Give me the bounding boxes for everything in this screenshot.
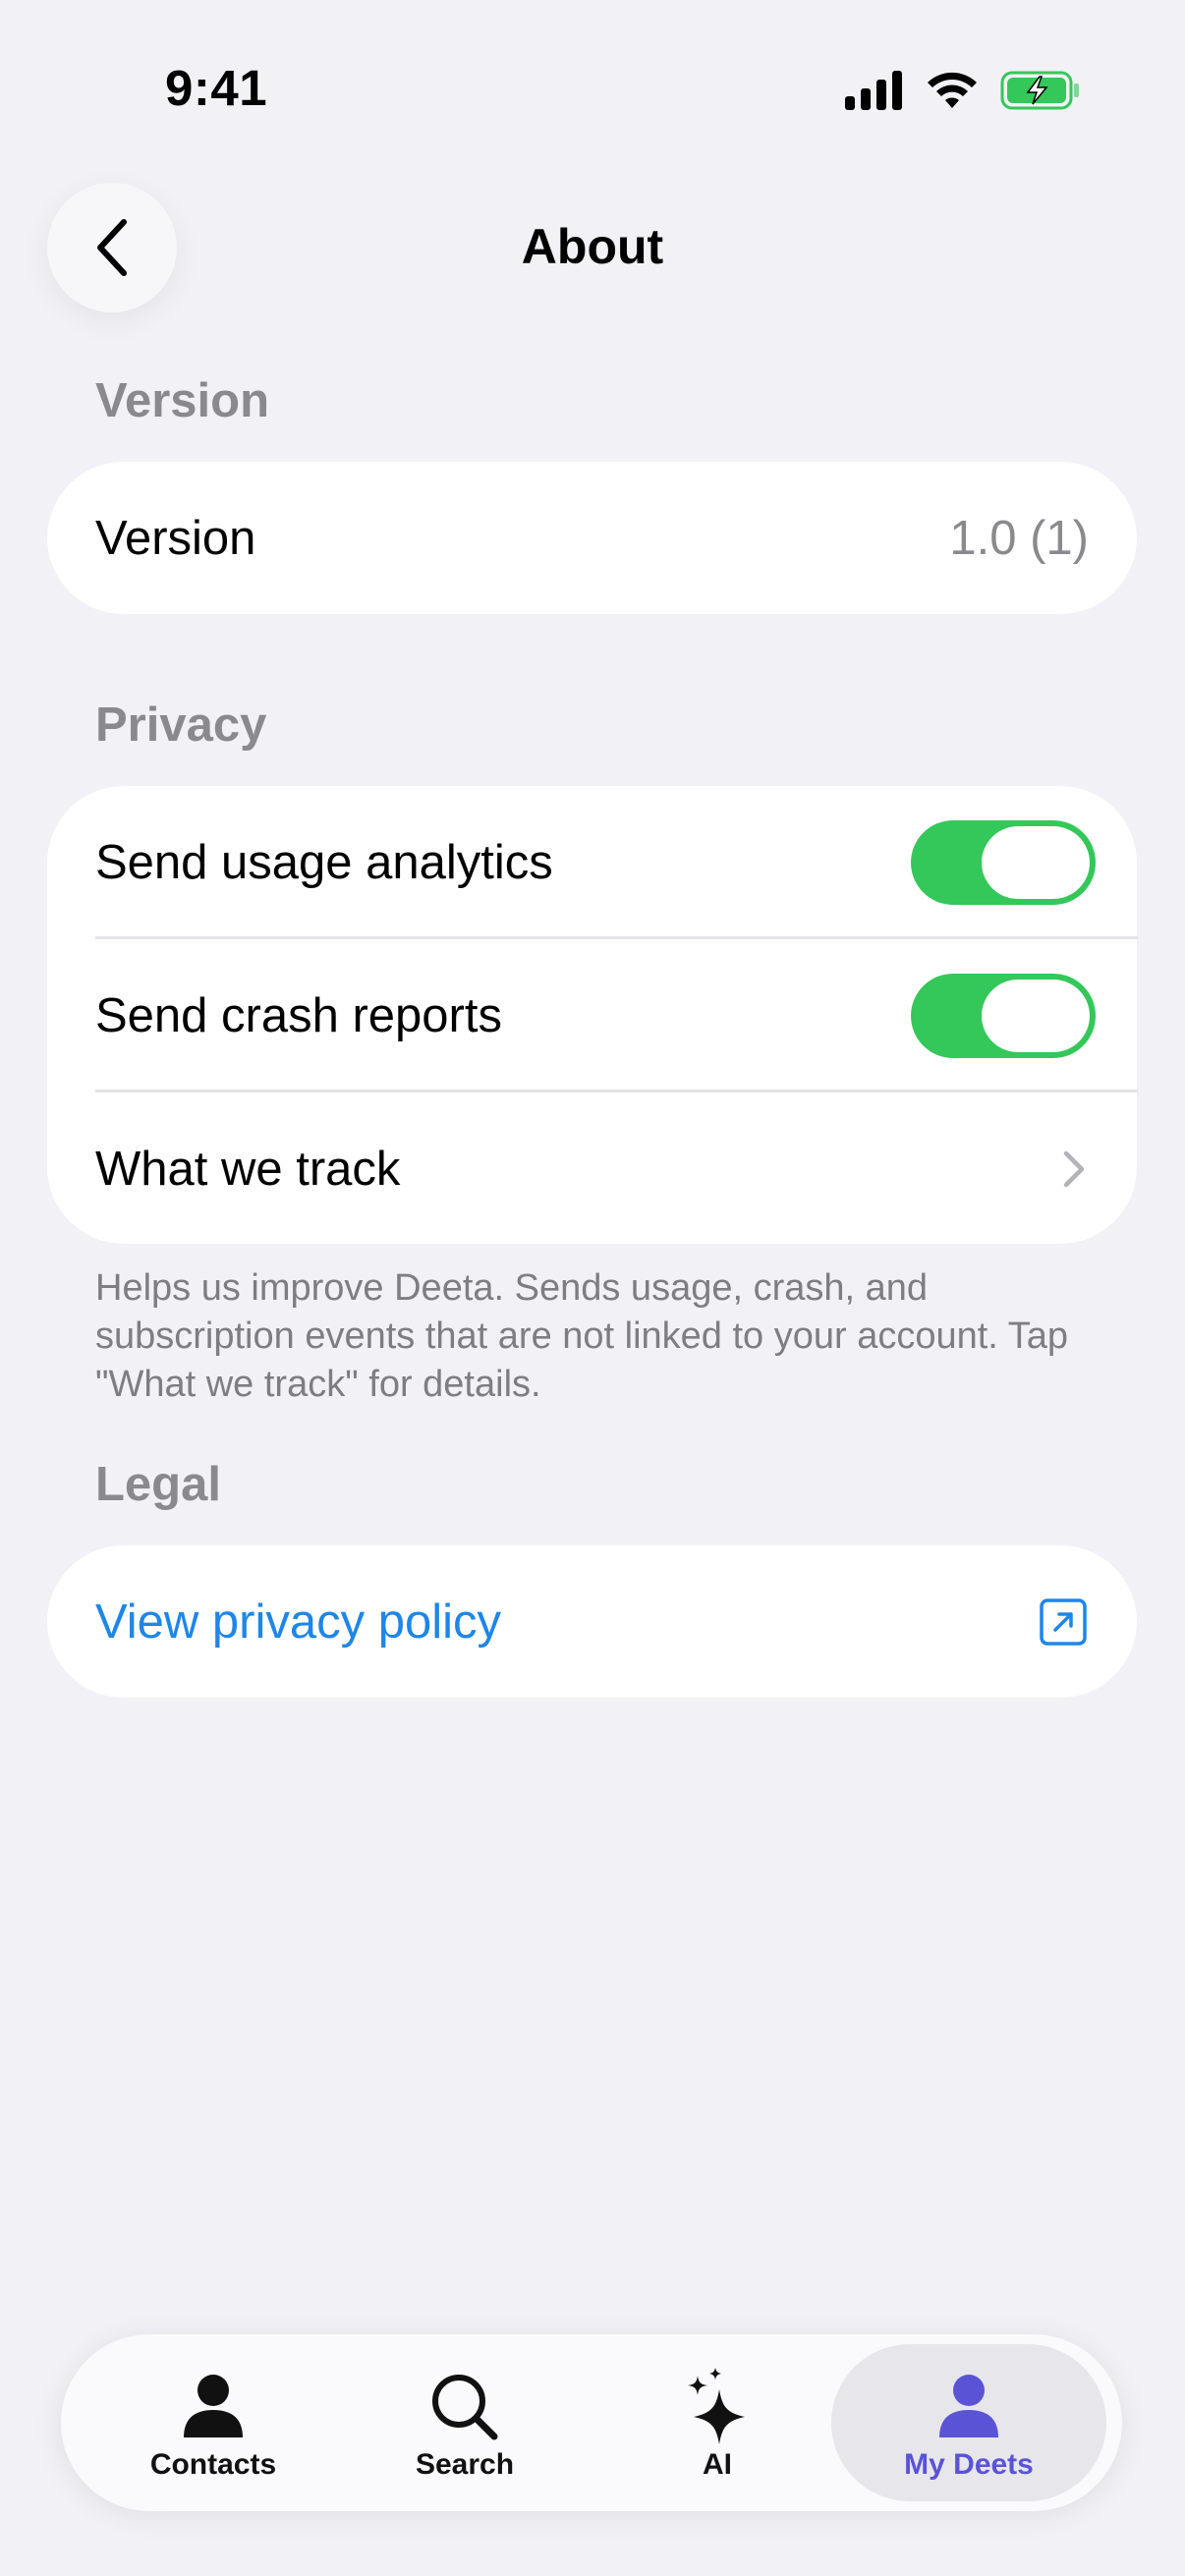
- privacy-policy-row[interactable]: View privacy policy: [47, 1545, 1137, 1698]
- tab-label: My Deets: [904, 2448, 1034, 2481]
- what-we-track-row[interactable]: What we track: [47, 1092, 1137, 1245]
- crash-reports-toggle[interactable]: [911, 973, 1096, 1058]
- what-we-track-label: What we track: [95, 1142, 401, 1196]
- legal-card: View privacy policy: [47, 1545, 1137, 1698]
- crash-reports-label: Send crash reports: [95, 988, 502, 1042]
- external-link-icon: [1040, 1597, 1087, 1646]
- status-time: 9:41: [165, 60, 268, 116]
- privacy-footnote: Helps us improve Deeta. Sends usage, cra…: [95, 1267, 1069, 1405]
- person-icon: [176, 2370, 251, 2444]
- version-card: Version 1.0 (1): [47, 462, 1137, 614]
- usage-analytics-toggle[interactable]: [911, 819, 1096, 905]
- sparkles-icon: [680, 2368, 755, 2444]
- tab-search[interactable]: Search: [337, 2344, 592, 2501]
- section-header-legal: Legal: [95, 1458, 221, 1511]
- tab-label: Contacts: [149, 2448, 277, 2481]
- magnifier-icon: [427, 2370, 502, 2444]
- tab-my-deets[interactable]: My Deets: [831, 2344, 1106, 2501]
- status-bar: 9:41: [0, 0, 1185, 187]
- chevron-right-icon: [1063, 1150, 1085, 1187]
- privacy-policy-link[interactable]: View privacy policy: [95, 1595, 501, 1650]
- tab-contacts[interactable]: Contacts: [85, 2344, 341, 2501]
- wifi-icon: [928, 72, 977, 108]
- toggle-knob: [982, 979, 1090, 1052]
- battery-charging-icon: [1000, 71, 1079, 110]
- status-icons: [845, 71, 1081, 110]
- section-header-version: Version: [95, 374, 270, 427]
- usage-analytics-row: Send usage analytics: [47, 786, 1137, 938]
- toggle-knob: [982, 825, 1090, 899]
- tab-label: AI: [703, 2448, 732, 2481]
- version-row: Version 1.0 (1): [47, 462, 1137, 614]
- usage-analytics-label: Send usage analytics: [95, 835, 553, 889]
- person-icon: [931, 2370, 1006, 2444]
- cellular-signal-icon: [845, 71, 902, 110]
- tab-ai[interactable]: AI: [590, 2344, 845, 2501]
- privacy-card: Send usage analytics Send crash reports …: [47, 786, 1138, 1245]
- section-header-privacy: Privacy: [95, 699, 267, 752]
- page-title: About: [521, 219, 664, 274]
- tab-bar: Contacts Search AI My Deets: [61, 2334, 1122, 2511]
- crash-reports-row: Send crash reports: [47, 939, 1137, 1092]
- tab-label: Search: [415, 2448, 515, 2481]
- version-value: 1.0 (1): [949, 511, 1089, 565]
- version-label: Version: [95, 511, 256, 565]
